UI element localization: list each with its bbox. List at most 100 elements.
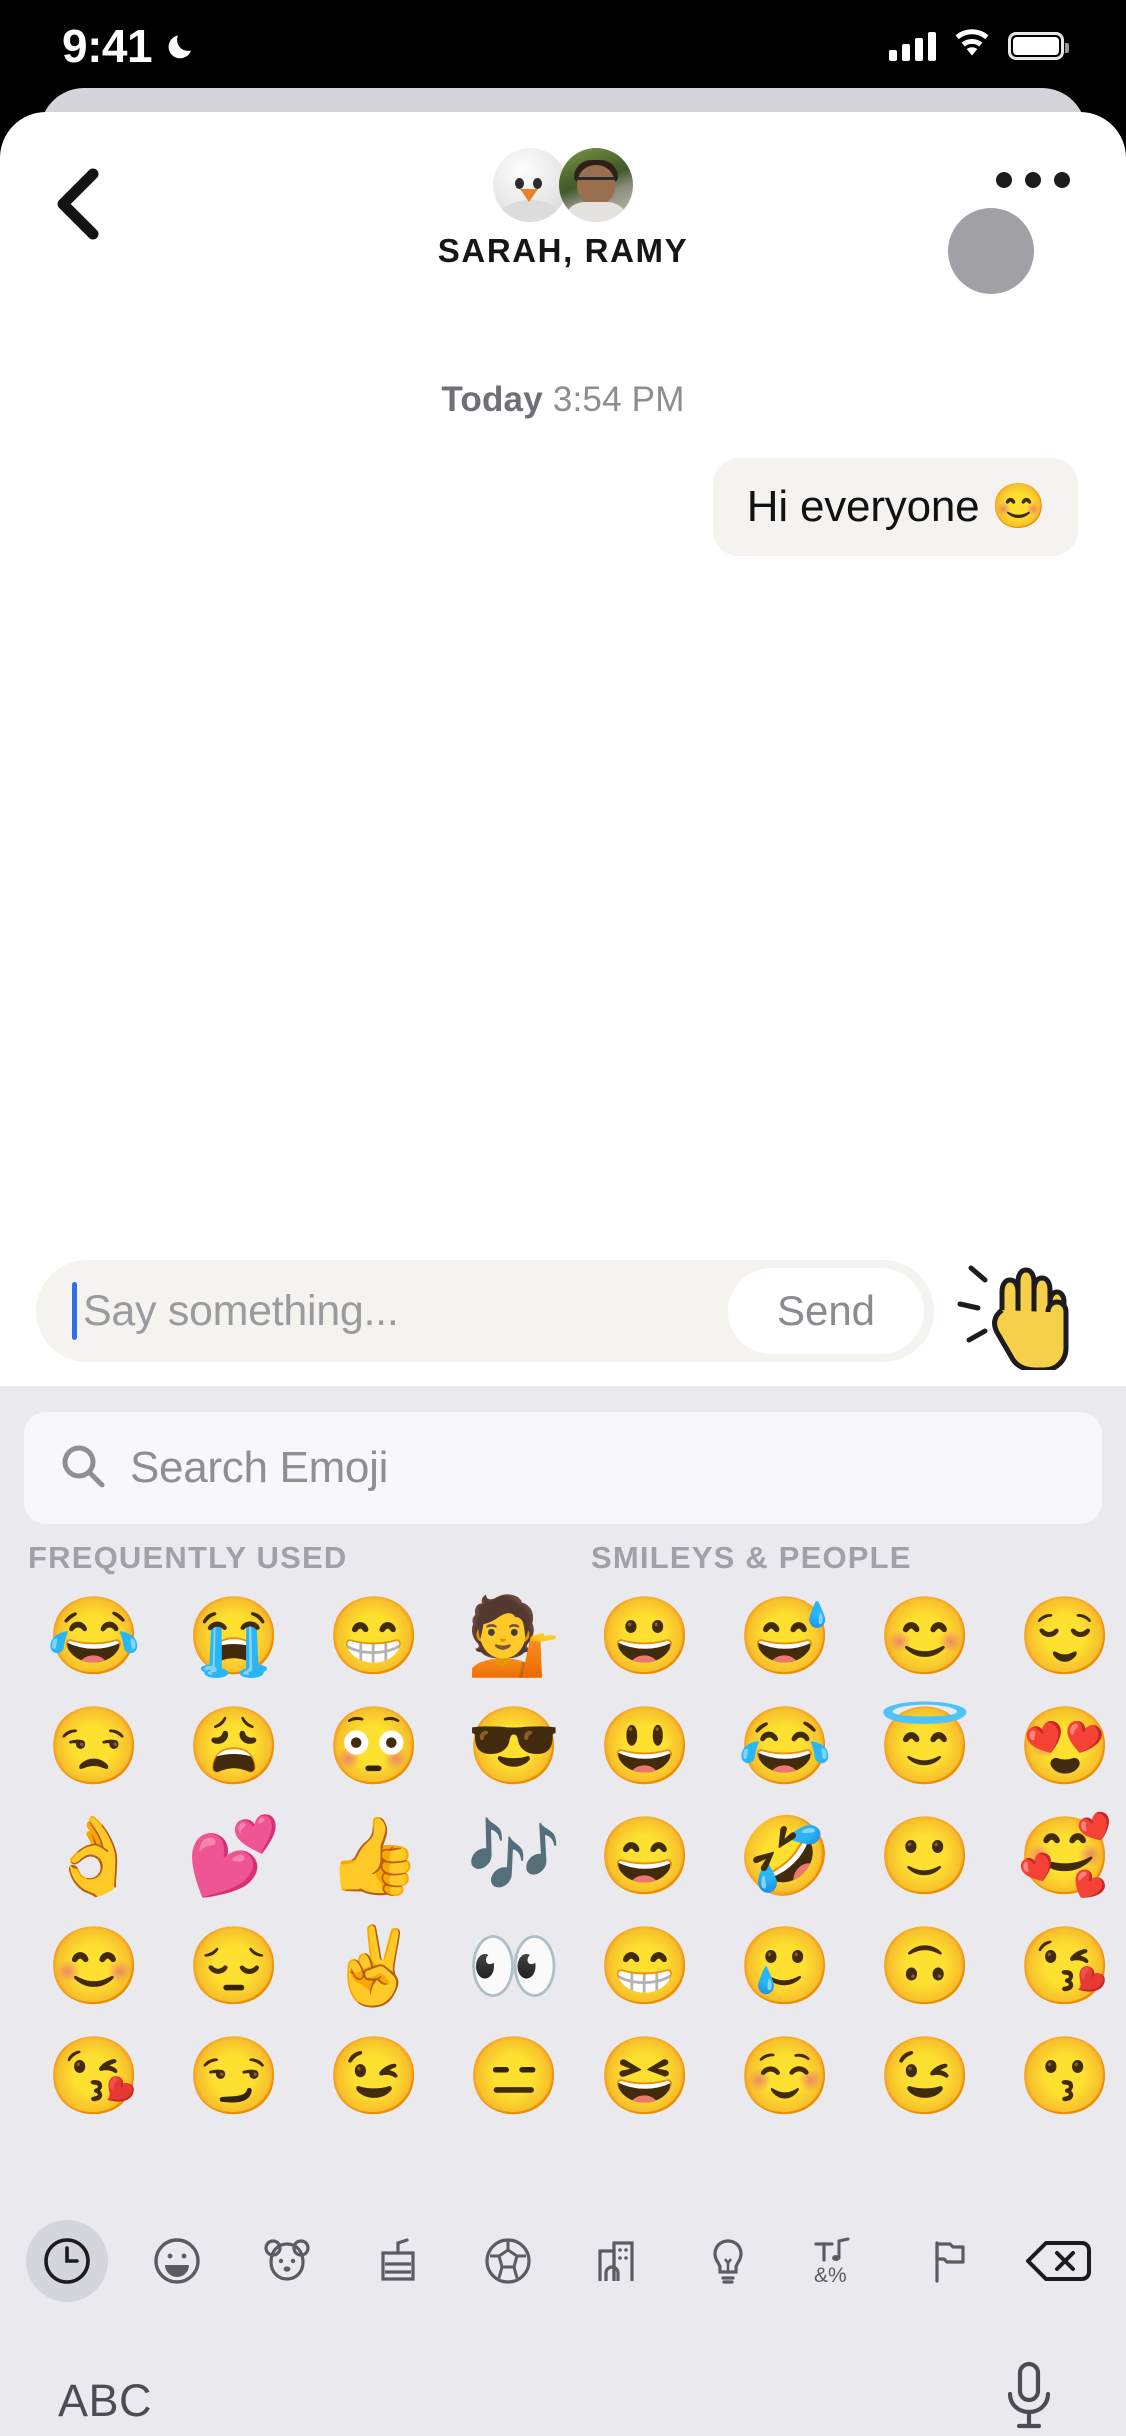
status-bar-left: 9:41 xyxy=(62,19,200,73)
dictation-button[interactable] xyxy=(984,2356,1074,2436)
emoji-section-smileys-people: SMILEYS & PEOPLE 😀 😅 😊 😌 😃 😂 😇 😍 😄 🤣 🙂 🥰… xyxy=(563,1540,1126,2132)
emoji-section-title: FREQUENTLY USED xyxy=(28,1540,348,1575)
search-icon xyxy=(58,1441,108,1496)
microphone-icon xyxy=(998,2360,1060,2436)
cellular-signal-icon xyxy=(889,31,936,61)
emoji-grid: 😀 😅 😊 😌 😃 😂 😇 😍 😄 🤣 🙂 🥰 😁 🥲 🙃 😘 😆 ☺️ 😉 😗 xyxy=(563,1582,1126,2132)
emoji-cell[interactable]: 👌 xyxy=(24,1802,164,1912)
text-cursor xyxy=(72,1282,77,1340)
more-dot xyxy=(1054,172,1070,188)
smiley-icon xyxy=(151,2235,203,2287)
message-input-field[interactable]: Say something... Send xyxy=(36,1260,934,1362)
avatar-group xyxy=(493,148,633,222)
emoji-cell[interactable]: 😃 xyxy=(575,1692,715,1802)
more-dot xyxy=(996,172,1012,188)
emoji-delete-key[interactable] xyxy=(1018,2220,1100,2302)
backspace-icon xyxy=(1024,2235,1094,2287)
emoji-cell[interactable]: 😂 xyxy=(715,1692,855,1802)
emoji-search-placeholder: Search Emoji xyxy=(130,1443,389,1492)
emoji-sections: FREQUENTLY USED 😂 😭 😁 💁 😒 😩 😳 😎 👌 💕 👍 🎶 … xyxy=(0,1540,1126,2132)
emoji-cell[interactable]: 😭 xyxy=(164,1582,304,1692)
emoji-keyboard: Search Emoji FREQUENTLY USED 😂 😭 😁 💁 😒 😩… xyxy=(0,1386,1126,2436)
emoji-cell[interactable]: 🙂 xyxy=(855,1802,995,1912)
phone-screen: 9:41 SARAH, RAMY Today 3:54 PM Hi everyo… xyxy=(0,0,1126,2436)
svg-text:&%: &% xyxy=(814,2264,847,2287)
waving-hand-icon[interactable] xyxy=(950,1251,1090,1371)
emoji-cell[interactable]: 😘 xyxy=(995,1912,1126,2022)
status-bar-clock: 9:41 xyxy=(62,20,153,72)
emoji-cell[interactable]: 😆 xyxy=(575,2022,715,2132)
message-row: Hi everyone 😊 xyxy=(40,458,1086,556)
emoji-search-input[interactable]: Search Emoji xyxy=(24,1412,1102,1524)
emoji-cell[interactable]: 💕 xyxy=(164,1802,304,1912)
emoji-cell[interactable]: 😊 xyxy=(855,1582,995,1692)
emoji-cell[interactable]: 👍 xyxy=(304,1802,444,1912)
status-bar: 9:41 xyxy=(0,0,1126,92)
emoji-cell[interactable]: 😂 xyxy=(24,1582,164,1692)
emoji-section-frequently-used: FREQUENTLY USED 😂 😭 😁 💁 😒 😩 😳 😎 👌 💕 👍 🎶 … xyxy=(0,1540,563,2132)
emoji-cell[interactable]: 🙃 xyxy=(855,1912,995,2022)
bear-icon xyxy=(261,2235,313,2287)
emoji-cell[interactable]: ☺️ xyxy=(715,2022,855,2132)
emoji-cell[interactable]: 😘 xyxy=(24,2022,164,2132)
flag-icon xyxy=(923,2235,975,2287)
emoji-cell[interactable]: 🥲 xyxy=(715,1912,855,2022)
buildings-car-icon xyxy=(592,2235,644,2287)
clock-icon xyxy=(41,2235,93,2287)
emoji-cell[interactable]: ✌️ xyxy=(304,1912,444,2022)
emoji-cell[interactable]: 😏 xyxy=(164,2022,304,2132)
emoji-category-objects[interactable] xyxy=(687,2220,769,2302)
battery-full-icon xyxy=(1008,32,1069,60)
send-button[interactable]: Send xyxy=(728,1268,924,1354)
emoji-category-flags[interactable] xyxy=(908,2220,990,2302)
emoji-cell[interactable]: 😉 xyxy=(304,2022,444,2132)
more-options-button[interactable] xyxy=(996,172,1070,188)
emoji-cell[interactable]: 😩 xyxy=(164,1692,304,1802)
conversation-sheet: SARAH, RAMY Today 3:54 PM Hi everyone 😊 xyxy=(0,112,1126,2436)
keyboard-bottom-row: ABC xyxy=(0,2326,1126,2436)
emoji-cell[interactable]: 😗 xyxy=(995,2022,1126,2132)
more-dot xyxy=(1025,172,1041,188)
emoji-cell[interactable]: 🥰 xyxy=(995,1802,1126,1912)
emoji-cell[interactable]: 😊 xyxy=(24,1912,164,2022)
emoji-search-wrap: Search Emoji xyxy=(0,1386,1126,1524)
emoji-category-animals-nature[interactable] xyxy=(246,2220,328,2302)
message-timestamp: Today 3:54 PM xyxy=(40,380,1086,420)
lightbulb-icon xyxy=(702,2235,754,2287)
emoji-category-food-drink[interactable] xyxy=(357,2220,439,2302)
emoji-cell[interactable]: 😁 xyxy=(304,1582,444,1692)
message-bubble-outgoing[interactable]: Hi everyone 😊 xyxy=(712,458,1078,556)
emoji-cell[interactable]: 😒 xyxy=(24,1692,164,1802)
emoji-cell[interactable]: 😇 xyxy=(855,1692,995,1802)
emoji-cell[interactable]: 😅 xyxy=(715,1582,855,1692)
nav-header: SARAH, RAMY xyxy=(0,112,1126,312)
emoji-cell[interactable]: 😍 xyxy=(995,1692,1126,1802)
emoji-category-recents[interactable] xyxy=(26,2220,108,2302)
emoji-section-title: SMILEYS & PEOPLE xyxy=(591,1540,912,1575)
food-icon xyxy=(372,2235,424,2287)
emoji-cell[interactable]: 😌 xyxy=(995,1582,1126,1692)
message-input-placeholder: Say something... xyxy=(83,1286,399,1335)
emoji-cell[interactable]: 😳 xyxy=(304,1692,444,1802)
emoji-cell[interactable]: 😔 xyxy=(164,1912,304,2022)
emoji-category-activity[interactable] xyxy=(467,2220,549,2302)
emoji-cell[interactable]: 😁 xyxy=(575,1912,715,2022)
emoji-cell[interactable]: 😀 xyxy=(575,1582,715,1692)
emoji-category-symbols[interactable]: &% xyxy=(798,2220,880,2302)
emoji-category-smileys-people[interactable] xyxy=(136,2220,218,2302)
abc-key[interactable]: ABC xyxy=(58,2375,152,2427)
page-title: SARAH, RAMY xyxy=(437,232,689,269)
emoji-category-bar: &% xyxy=(0,2206,1126,2316)
timestamp-day: Today xyxy=(441,380,543,419)
timestamp-time: 3:54 PM xyxy=(552,380,685,419)
emoji-grid: 😂 😭 😁 💁 😒 😩 😳 😎 👌 💕 👍 🎶 😊 😔 ✌️ 👀 😘 😏 😉 😑 xyxy=(0,1582,563,2132)
message-list: Today 3:54 PM Hi everyone 😊 xyxy=(0,380,1126,1280)
emoji-cell[interactable]: 😉 xyxy=(855,2022,995,2132)
message-input-bar: Say something... Send xyxy=(0,1236,1126,1386)
emoji-category-travel-places[interactable] xyxy=(577,2220,659,2302)
soccer-ball-icon xyxy=(482,2235,534,2287)
emoji-cell[interactable]: 🤣 xyxy=(715,1802,855,1912)
moon-icon xyxy=(166,29,200,63)
emoji-cell[interactable]: 😄 xyxy=(575,1802,715,1912)
profile-avatar-button[interactable] xyxy=(948,208,1034,294)
